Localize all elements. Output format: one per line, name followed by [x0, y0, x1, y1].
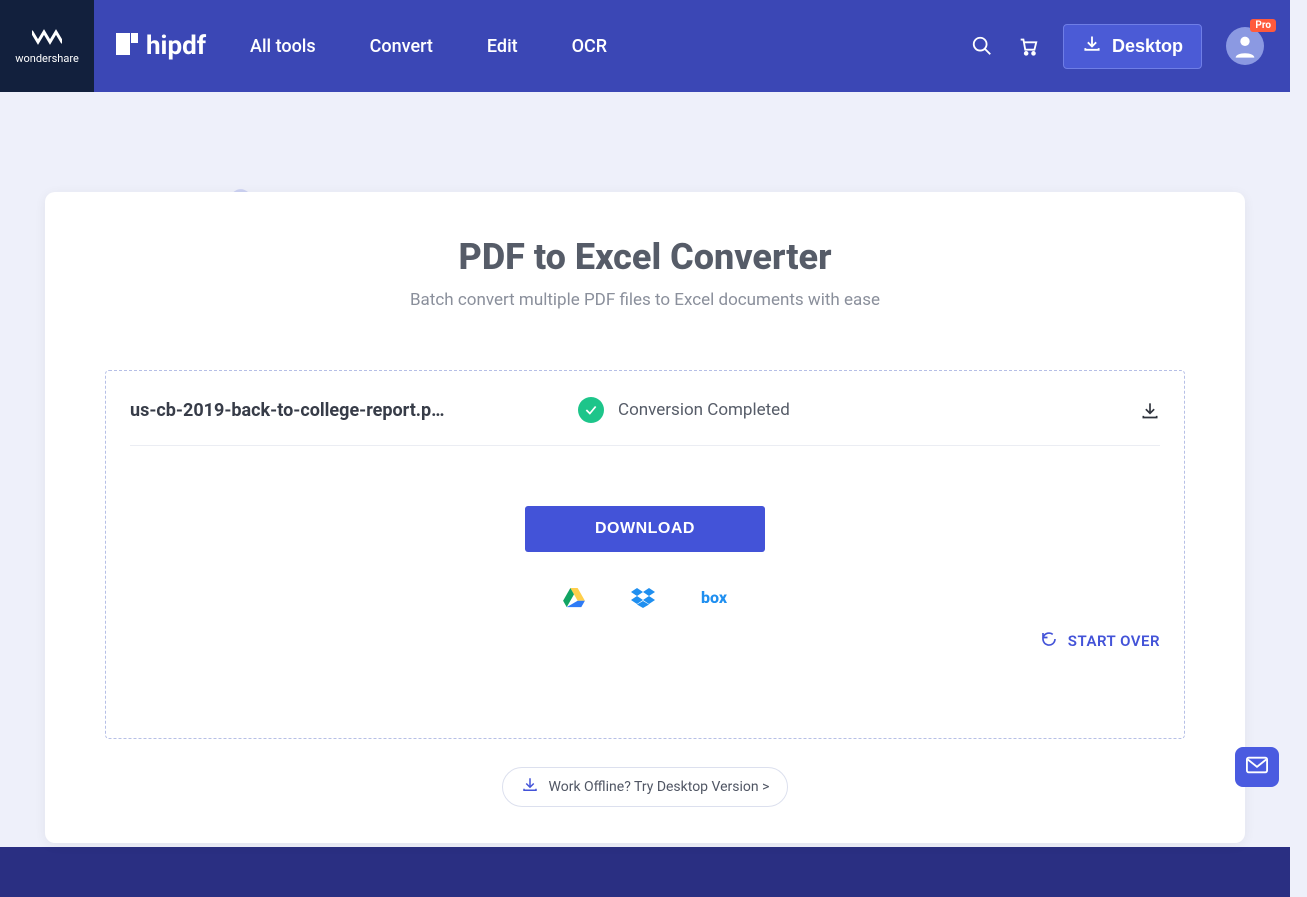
- row-download-icon[interactable]: [1140, 400, 1160, 420]
- status-text: Conversion Completed: [618, 400, 790, 420]
- start-over-button[interactable]: START OVER: [1040, 630, 1160, 652]
- cloud-save-row: box: [130, 588, 1160, 608]
- page-title: PDF to Excel Converter: [105, 236, 1185, 278]
- file-status: Conversion Completed: [578, 397, 790, 423]
- nav-convert[interactable]: Convert: [370, 36, 433, 57]
- nav-right: Desktop Pro: [971, 24, 1290, 69]
- restart-icon: [1040, 630, 1058, 652]
- file-name: us-cb-2019-back-to-college-report.p…: [130, 400, 560, 421]
- wondershare-logo-icon: [32, 28, 62, 46]
- mail-icon: [1246, 756, 1268, 778]
- google-drive-icon[interactable]: [563, 588, 585, 608]
- start-over-label: START OVER: [1068, 632, 1160, 650]
- feedback-fab[interactable]: [1235, 747, 1279, 787]
- nav-ocr[interactable]: OCR: [572, 36, 607, 57]
- desktop-button-label: Desktop: [1112, 36, 1183, 57]
- hipdf-brand[interactable]: hipdf: [116, 31, 206, 61]
- cart-icon[interactable]: [1017, 35, 1039, 57]
- user-avatar[interactable]: Pro: [1226, 27, 1264, 65]
- check-circle-icon: [578, 397, 604, 423]
- offline-cta-button[interactable]: Work Offline? Try Desktop Version >: [502, 767, 789, 807]
- download-button[interactable]: DOWNLOAD: [525, 506, 765, 552]
- top-nav: wondershare hipdf All tools Convert Edit…: [0, 0, 1290, 92]
- download-to-desktop-icon: [521, 776, 539, 798]
- work-area: us-cb-2019-back-to-college-report.p… Con…: [105, 370, 1185, 739]
- pro-badge: Pro: [1250, 19, 1276, 32]
- nav-all-tools[interactable]: All tools: [250, 36, 316, 57]
- dropbox-icon[interactable]: [631, 588, 655, 608]
- nav-edit[interactable]: Edit: [487, 36, 518, 57]
- brand-text: hipdf: [146, 31, 206, 61]
- avatar-icon: [1231, 32, 1259, 60]
- offline-cta-label: Work Offline? Try Desktop Version >: [549, 779, 770, 795]
- hipdf-logo-icon: [116, 33, 138, 59]
- nav-links: All tools Convert Edit OCR: [250, 36, 607, 57]
- box-icon[interactable]: box: [701, 588, 727, 608]
- page-subtitle: Batch convert multiple PDF files to Exce…: [105, 290, 1185, 310]
- wondershare-home-button[interactable]: wondershare: [0, 0, 94, 92]
- footer-band: [0, 847, 1290, 897]
- search-icon[interactable]: [971, 35, 993, 57]
- desktop-download-button[interactable]: Desktop: [1063, 24, 1202, 69]
- download-to-desktop-icon: [1082, 34, 1102, 59]
- file-row: us-cb-2019-back-to-college-report.p… Con…: [130, 397, 1160, 446]
- wondershare-label: wondershare: [15, 52, 79, 65]
- main-card: PDF to Excel Converter Batch convert mul…: [45, 192, 1245, 843]
